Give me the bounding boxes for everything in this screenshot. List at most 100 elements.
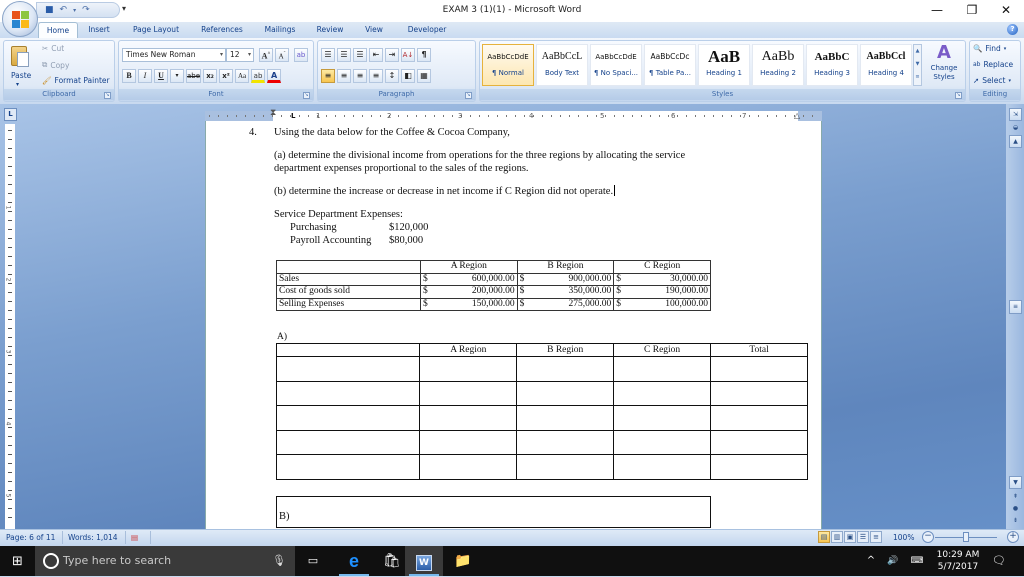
word-count[interactable]: Words: 1,014: [68, 532, 118, 543]
paragraph-launcher-icon[interactable]: ↘: [465, 92, 472, 99]
file-explorer-icon[interactable]: 📁: [444, 546, 482, 576]
tab-mailings[interactable]: Mailings: [258, 22, 302, 38]
subscript-button[interactable]: x₂: [203, 69, 218, 83]
close-button[interactable]: ✕: [989, 0, 1023, 20]
table-header-cell[interactable]: A Region: [419, 343, 518, 357]
tab-selector[interactable]: L: [4, 108, 17, 121]
row-label[interactable]: Sales: [276, 272, 421, 286]
value-cell[interactable]: 900,000.00: [531, 272, 615, 286]
full-screen-reading-view-icon[interactable]: ▥: [831, 531, 843, 543]
volume-icon[interactable]: 🔊: [884, 546, 902, 576]
table-cell[interactable]: [275, 356, 421, 382]
superscript-button[interactable]: x²: [219, 69, 234, 83]
help-icon[interactable]: ?: [1007, 24, 1018, 35]
vertical-scrollbar[interactable]: ⇲ ◒ ▲ ≡ ▼ ⇞ ● ⇟: [1006, 104, 1024, 529]
outline-view-icon[interactable]: ☰: [857, 531, 869, 543]
ruler-toggle-icon[interactable]: ◒: [1009, 122, 1022, 135]
table-cell[interactable]: [419, 380, 518, 406]
value-cell[interactable]: 190,000.00: [628, 285, 712, 299]
table-cell[interactable]: [613, 405, 712, 431]
table-header-cell[interactable]: B Region: [516, 260, 615, 274]
table-cell[interactable]: [613, 356, 712, 382]
table-header-cell[interactable]: A Region: [419, 260, 518, 274]
currency-cell[interactable]: $: [613, 272, 629, 286]
value-cell[interactable]: 350,000.00: [531, 285, 615, 299]
style-heading-4[interactable]: AaBbCcl Heading 4: [860, 44, 912, 86]
table-cell[interactable]: [275, 429, 421, 455]
style-table-paragraph[interactable]: AaBbCcDc ¶ Table Pa...: [644, 44, 696, 86]
table-cell[interactable]: [710, 380, 808, 406]
table-header-cell[interactable]: C Region: [613, 343, 712, 357]
table-cell[interactable]: [710, 454, 808, 480]
paste-button[interactable]: Paste: [11, 71, 31, 80]
proofing-icon[interactable]: ▤: [131, 532, 138, 543]
increase-indent-button[interactable]: ⇥: [385, 48, 399, 62]
table-cell[interactable]: [275, 343, 421, 357]
table-cell[interactable]: [710, 429, 808, 455]
styles-launcher-icon[interactable]: ↘: [955, 92, 962, 99]
numbering-button[interactable]: ☰: [337, 48, 351, 62]
italic-button[interactable]: I: [138, 69, 152, 83]
find-button[interactable]: 🔍 Find ▾: [973, 44, 1006, 53]
zoom-out-button[interactable]: −: [922, 531, 934, 543]
restore-button[interactable]: ❐: [955, 0, 989, 20]
clipboard-launcher-icon[interactable]: ↘: [104, 92, 111, 99]
table-cell[interactable]: [419, 356, 518, 382]
styles-gallery-scroll[interactable]: ▲ ▼ ≡: [913, 44, 922, 86]
edge-browser-icon[interactable]: e: [335, 546, 373, 576]
zoom-in-button[interactable]: +: [1007, 531, 1019, 543]
table-header-cell[interactable]: B Region: [516, 343, 615, 357]
table-cell[interactable]: [419, 454, 518, 480]
borders-button[interactable]: ▦: [417, 69, 431, 83]
paste-icon[interactable]: [9, 44, 31, 70]
table-cell[interactable]: [419, 405, 518, 431]
style-heading-2[interactable]: AaBb Heading 2: [752, 44, 804, 86]
table-cell[interactable]: [275, 380, 421, 406]
scroll-up-button[interactable]: ▲: [1009, 135, 1022, 148]
copy-button[interactable]: ⧉ Copy: [42, 60, 69, 70]
table-cell[interactable]: [613, 380, 712, 406]
currency-cell[interactable]: $: [613, 297, 629, 311]
table-header-cell[interactable]: Total: [710, 343, 808, 357]
tab-home[interactable]: Home: [38, 22, 78, 38]
answer-b-box[interactable]: B): [276, 496, 711, 528]
font-launcher-icon[interactable]: ↘: [303, 92, 310, 99]
tab-developer[interactable]: Developer: [402, 22, 452, 38]
bullets-button[interactable]: ☰: [321, 48, 335, 62]
style-heading-1[interactable]: AaB Heading 1: [698, 44, 750, 86]
table-cell[interactable]: [710, 405, 808, 431]
show-hidden-icons[interactable]: ^: [863, 546, 879, 576]
currency-cell[interactable]: $: [516, 272, 532, 286]
scroll-thumb[interactable]: ≡: [1009, 300, 1022, 314]
value-cell[interactable]: 600,000.00: [434, 272, 518, 286]
microphone-icon[interactable]: 🎙: [264, 546, 294, 576]
change-case-button[interactable]: Aa: [235, 69, 250, 83]
style-normal[interactable]: AaBbCcDdE ¶ Normal: [482, 44, 534, 86]
tab-review[interactable]: Review: [312, 22, 348, 38]
table-cell[interactable]: [516, 356, 615, 382]
multilevel-list-button[interactable]: ☰: [353, 48, 367, 62]
next-page-icon[interactable]: ⇟: [1009, 515, 1022, 528]
keyboard-icon[interactable]: ⌨: [906, 546, 928, 576]
row-label[interactable]: Cost of goods sold: [276, 285, 421, 299]
currency-cell[interactable]: $: [419, 272, 435, 286]
tab-view[interactable]: View: [360, 22, 388, 38]
font-color-button[interactable]: A: [267, 69, 282, 83]
show-marks-button[interactable]: ¶: [417, 48, 431, 62]
table-cell[interactable]: [516, 380, 615, 406]
table-header-cell[interactable]: C Region: [613, 260, 711, 274]
table-cell[interactable]: [275, 454, 421, 480]
page-count[interactable]: Page: 6 of 11: [6, 532, 55, 543]
currency-cell[interactable]: $: [419, 285, 435, 299]
bold-button[interactable]: B: [122, 69, 136, 83]
style-no-spacing[interactable]: AaBbCcDdE ¶ No Spaci...: [590, 44, 642, 86]
draft-view-icon[interactable]: ≡: [870, 531, 882, 543]
office-button[interactable]: [2, 1, 38, 37]
web-layout-view-icon[interactable]: ▣: [844, 531, 856, 543]
value-cell[interactable]: 150,000.00: [434, 297, 518, 311]
underline-dropdown-icon[interactable]: ▾: [170, 69, 184, 83]
zoom-slider-thumb[interactable]: [963, 532, 969, 542]
table-cell[interactable]: [516, 429, 615, 455]
replace-button[interactable]: ab Replace: [973, 60, 1013, 69]
start-button[interactable]: ⊞: [0, 546, 35, 576]
